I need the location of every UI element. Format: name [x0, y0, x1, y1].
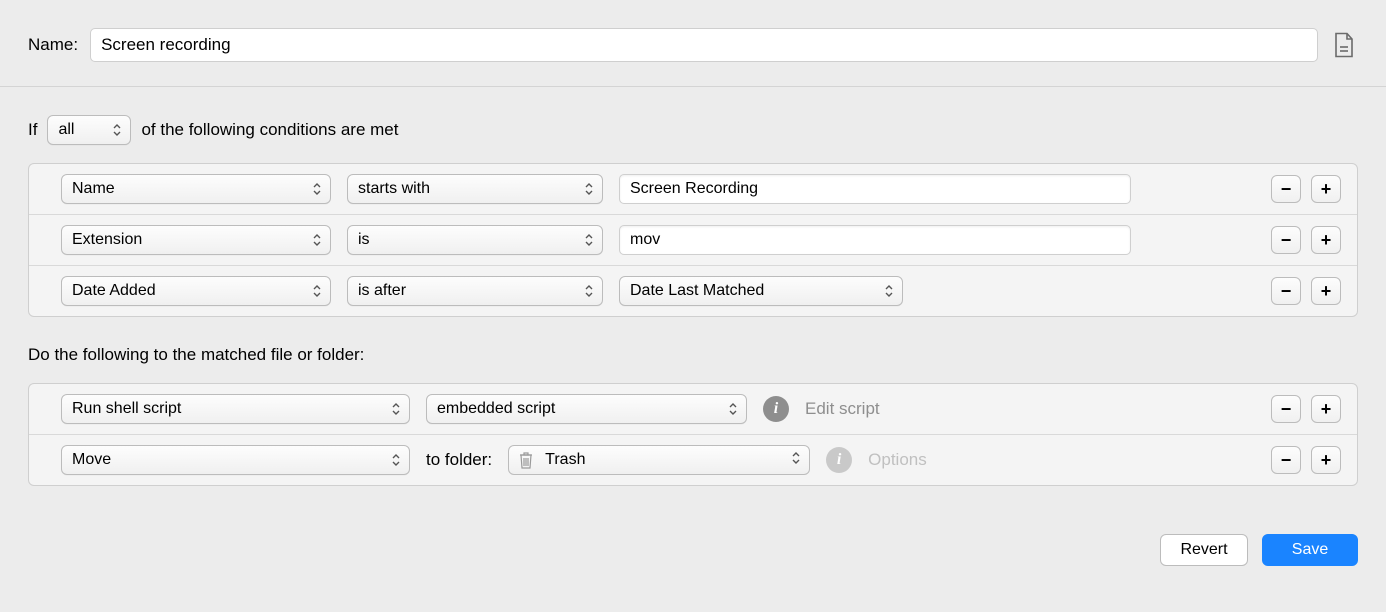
name-label: Name:: [28, 35, 78, 55]
add-row-button[interactable]: +: [1311, 395, 1341, 423]
remove-row-button[interactable]: −: [1271, 226, 1301, 254]
plus-icon: +: [1321, 450, 1332, 471]
plus-icon: +: [1321, 179, 1332, 200]
document-icon[interactable]: [1330, 31, 1358, 59]
add-row-button[interactable]: +: [1311, 277, 1341, 305]
add-row-button[interactable]: +: [1311, 226, 1341, 254]
action-type-value: Move: [72, 451, 111, 469]
action-arg-popup[interactable]: embedded script: [426, 394, 747, 424]
condition-operator-value: starts with: [358, 180, 430, 198]
remove-row-button[interactable]: −: [1271, 175, 1301, 203]
match-mode-popup[interactable]: all: [47, 115, 131, 145]
chevron-updown-icon: [884, 284, 894, 298]
condition-attribute-popup[interactable]: Extension: [61, 225, 331, 255]
remove-row-button[interactable]: −: [1271, 395, 1301, 423]
match-mode-value: all: [58, 121, 74, 139]
condition-value-popup[interactable]: Date Last Matched: [619, 276, 903, 306]
plus-icon: +: [1321, 230, 1332, 251]
conditions-box: Name starts with − + Extension is: [28, 163, 1358, 317]
footer: Revert Save: [0, 514, 1386, 586]
info-icon: i: [826, 447, 852, 473]
chevron-updown-icon: [312, 233, 322, 247]
actions-heading: Do the following to the matched file or …: [28, 345, 1358, 365]
minus-icon: −: [1281, 450, 1292, 471]
chevron-updown-icon: [791, 451, 801, 470]
add-row-button[interactable]: +: [1311, 446, 1341, 474]
minus-icon: −: [1281, 179, 1292, 200]
chevron-updown-icon: [584, 284, 594, 298]
revert-button[interactable]: Revert: [1160, 534, 1248, 566]
if-label: If: [28, 120, 37, 140]
header-row: Name:: [0, 0, 1386, 87]
conditions-header: If all of the following conditions are m…: [28, 115, 1358, 145]
action-row: Run shell script embedded script i Edit …: [29, 384, 1357, 435]
plus-icon: +: [1321, 281, 1332, 302]
condition-value-popup-label: Date Last Matched: [630, 282, 764, 300]
edit-script-label[interactable]: Edit script: [805, 399, 880, 419]
condition-operator-popup[interactable]: is: [347, 225, 603, 255]
condition-operator-popup[interactable]: starts with: [347, 174, 603, 204]
to-folder-label: to folder:: [426, 450, 492, 470]
condition-row: Extension is − +: [29, 215, 1357, 266]
remove-row-button[interactable]: −: [1271, 277, 1301, 305]
condition-operator-value: is after: [358, 282, 406, 300]
chevron-updown-icon: [391, 402, 401, 416]
action-arg-value: embedded script: [437, 400, 555, 418]
chevron-updown-icon: [112, 123, 122, 137]
trash-icon: [517, 450, 535, 470]
actions-box: Run shell script embedded script i Edit …: [28, 383, 1358, 486]
chevron-updown-icon: [728, 402, 738, 416]
chevron-updown-icon: [312, 182, 322, 196]
remove-row-button[interactable]: −: [1271, 446, 1301, 474]
minus-icon: −: [1281, 399, 1292, 420]
condition-value-input[interactable]: [619, 225, 1131, 255]
chevron-updown-icon: [391, 453, 401, 467]
info-icon[interactable]: i: [763, 396, 789, 422]
condition-attribute-popup[interactable]: Date Added: [61, 276, 331, 306]
condition-attribute-value: Date Added: [72, 282, 156, 300]
name-input[interactable]: [90, 28, 1318, 62]
condition-attribute-popup[interactable]: Name: [61, 174, 331, 204]
action-type-value: Run shell script: [72, 400, 181, 418]
condition-row: Name starts with − +: [29, 164, 1357, 215]
options-label: Options: [868, 450, 927, 470]
chevron-updown-icon: [584, 182, 594, 196]
destination-folder-popup[interactable]: Trash: [508, 445, 810, 475]
action-row: Move to folder: Trash i: [29, 435, 1357, 485]
save-button[interactable]: Save: [1262, 534, 1358, 566]
add-row-button[interactable]: +: [1311, 175, 1341, 203]
action-type-popup[interactable]: Run shell script: [61, 394, 410, 424]
chevron-updown-icon: [584, 233, 594, 247]
conditions-suffix: of the following conditions are met: [141, 120, 398, 140]
condition-operator-popup[interactable]: is after: [347, 276, 603, 306]
minus-icon: −: [1281, 281, 1292, 302]
destination-folder-value: Trash: [545, 451, 781, 469]
condition-operator-value: is: [358, 231, 370, 249]
action-type-popup[interactable]: Move: [61, 445, 410, 475]
condition-value-input[interactable]: [619, 174, 1131, 204]
plus-icon: +: [1321, 399, 1332, 420]
minus-icon: −: [1281, 230, 1292, 251]
condition-attribute-value: Name: [72, 180, 115, 198]
condition-row: Date Added is after Date Last Matched − …: [29, 266, 1357, 316]
chevron-updown-icon: [312, 284, 322, 298]
condition-attribute-value: Extension: [72, 231, 142, 249]
